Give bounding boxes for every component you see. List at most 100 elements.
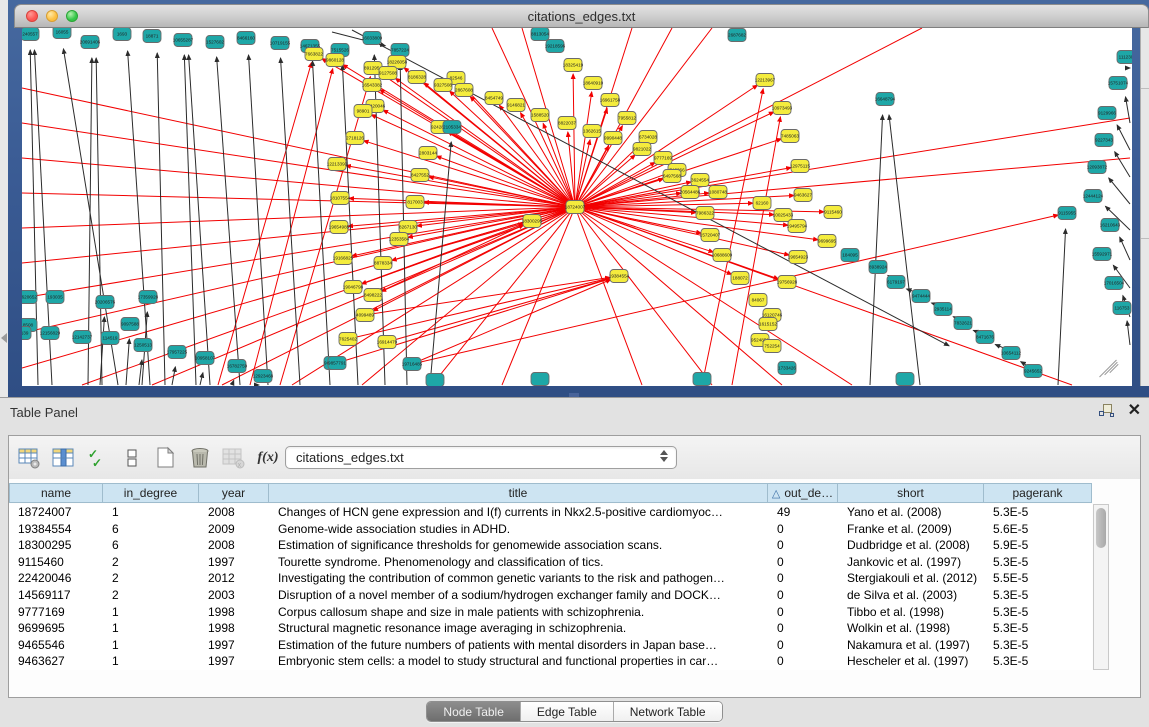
graph-node[interactable]: 1733426 xyxy=(778,362,796,375)
merge-rows-icon[interactable] xyxy=(119,446,145,470)
table-cell[interactable]: Tibbo et al. (1998) xyxy=(838,604,984,621)
graph-node[interactable]: 10973493 xyxy=(772,102,793,115)
function-icon[interactable]: f(x) xyxy=(255,446,281,470)
table-cell[interactable]: 2008 xyxy=(199,504,269,521)
graph-node[interactable]: 19654985 xyxy=(329,221,350,234)
table-row[interactable]: 977716911998Corpus callosum shape and si… xyxy=(9,604,1092,621)
table-cell[interactable]: 1997 xyxy=(199,637,269,654)
table-cell[interactable]: 1997 xyxy=(199,554,269,571)
graph-node[interactable]: 15592971 xyxy=(1092,248,1113,261)
graph-node[interactable]: 8822037 xyxy=(558,117,576,130)
table-cell[interactable]: 1997 xyxy=(199,653,269,670)
graph-node[interactable]: 20564486 xyxy=(680,186,701,199)
citation-network-graph[interactable]: 2405571605520691406169318871106552871527… xyxy=(22,28,1132,386)
table-settings-icon[interactable] xyxy=(17,446,43,470)
column-header-year[interactable]: year xyxy=(199,483,269,503)
graph-node[interactable]: 10688609 xyxy=(712,249,733,262)
graph-node[interactable]: 12213967 xyxy=(755,74,776,87)
column-header-pagerank[interactable]: pagerank xyxy=(984,483,1092,503)
table-cell[interactable]: Disruption of a novel member of a sodium… xyxy=(269,587,768,604)
graph-node[interactable]: 12093872 xyxy=(1087,161,1108,174)
graph-node[interactable]: 9129966 xyxy=(1098,107,1116,120)
graph-node[interactable]: 10958107 xyxy=(195,352,216,365)
graph-node[interactable]: 7663822 xyxy=(305,48,323,61)
graph-node[interactable] xyxy=(896,373,914,386)
table-cell[interactable]: 6 xyxy=(103,521,199,538)
table-cell[interactable]: 1 xyxy=(103,620,199,637)
table-cell[interactable]: 1 xyxy=(103,637,199,654)
graph-node[interactable]: 2718126 xyxy=(346,132,364,145)
graph-node[interactable]: 19218596 xyxy=(545,40,566,53)
graph-node[interactable]: 19756928 xyxy=(777,276,798,289)
table-cell[interactable]: 5.3E-5 xyxy=(984,504,1092,521)
close-window-button[interactable] xyxy=(26,10,38,22)
table-cell[interactable]: 0 xyxy=(768,620,838,637)
graph-node[interactable]: 8498222 xyxy=(364,289,382,302)
graph-node[interactable]: 18107554 xyxy=(330,192,351,205)
column-settings-icon[interactable] xyxy=(51,446,77,470)
table-cell[interactable]: 2012 xyxy=(199,570,269,587)
column-header-name[interactable]: name xyxy=(9,483,103,503)
graph-node[interactable]: 19046798 xyxy=(343,281,364,294)
graph-node[interactable]: 1588520 xyxy=(531,109,549,122)
table-cell[interactable]: Corpus callosum shape and size in male p… xyxy=(269,604,768,621)
graph-node[interactable]: 8938924 xyxy=(869,261,887,274)
graph-node[interactable]: 7625402 xyxy=(339,333,357,346)
network-window-titlebar[interactable]: citations_edges.txt xyxy=(14,4,1149,28)
table-cell[interactable]: Tourette syndrome. Phenomenology and cla… xyxy=(269,554,768,571)
graph-node[interactable]: 1362615 xyxy=(583,125,601,138)
graph-node[interactable]: 19716485 xyxy=(402,358,423,371)
table-cell[interactable]: 2 xyxy=(103,554,199,571)
table-cell[interactable]: 5.3E-5 xyxy=(984,554,1092,571)
graph-node[interactable]: 2867608 xyxy=(455,84,473,97)
table-scrollbar-thumb[interactable] xyxy=(1096,508,1106,548)
network-canvas[interactable]: 2405571605520691406169318871106552871527… xyxy=(22,28,1132,386)
graph-node[interactable]: 15751074 xyxy=(1108,77,1129,90)
graph-node[interactable]: 16961758 xyxy=(600,94,621,107)
graph-node[interactable]: 19495794 xyxy=(787,220,808,233)
table-cell[interactable]: 9463627 xyxy=(9,653,103,670)
table-cell[interactable]: 22420046 xyxy=(9,570,103,587)
graph-node[interactable]: 7955812 xyxy=(618,112,636,125)
table-cell[interactable]: Yano et al. (2008) xyxy=(838,504,984,521)
table-cell[interactable]: 5.3E-5 xyxy=(984,653,1092,670)
table-cell[interactable]: Nakamura et al. (1997) xyxy=(838,637,984,654)
window-resize-grip[interactable] xyxy=(1096,354,1118,372)
new-file-icon[interactable] xyxy=(153,446,179,470)
table-cell[interactable]: 2 xyxy=(103,587,199,604)
table-cell[interactable]: 0 xyxy=(768,521,838,538)
graph-node[interactable]: 1615152 xyxy=(759,318,777,331)
graph-node[interactable]: 9146821 xyxy=(507,99,525,112)
graph-node[interactable]: 4099489 xyxy=(356,309,374,322)
graph-node[interactable]: 12975115 xyxy=(790,160,811,173)
table-cell[interactable]: Embryonic stem cells: a model to study s… xyxy=(269,653,768,670)
table-cell[interactable]: 5.6E-5 xyxy=(984,521,1092,538)
table-cell[interactable]: 0 xyxy=(768,604,838,621)
graph-node[interactable]: 33139 xyxy=(22,327,31,340)
table-row[interactable]: 946554611997Estimation of the future num… xyxy=(9,637,1092,654)
graph-node[interactable]: 12156829 xyxy=(40,327,61,340)
table-cell[interactable]: Estimation of significance thresholds fo… xyxy=(269,537,768,554)
column-header-outde[interactable]: △out_de… xyxy=(768,483,838,503)
graph-node[interactable]: 8813054 xyxy=(531,28,549,41)
table-cell[interactable]: 49 xyxy=(768,504,838,521)
graph-node[interactable]: 9699695 xyxy=(818,235,836,248)
table-scrollbar[interactable] xyxy=(1093,504,1109,670)
graph-node[interactable]: 2620652 xyxy=(22,291,37,304)
graph-node[interactable]: 7857224 xyxy=(391,44,409,57)
graph-node[interactable]: 9474444 xyxy=(912,290,930,303)
graph-node[interactable]: 9463627 xyxy=(794,189,812,202)
table-cell[interactable]: 5.5E-5 xyxy=(984,570,1092,587)
graph-node[interactable]: 12444124 xyxy=(1083,190,1104,203)
graph-node[interactable]: 3624554 xyxy=(691,174,709,187)
table-cell[interactable]: 2 xyxy=(103,570,199,587)
table-cell[interactable]: 0 xyxy=(768,637,838,654)
network-window-scrollbar[interactable] xyxy=(1140,28,1149,386)
graph-node[interactable]: 8471676 xyxy=(976,331,994,344)
table-row[interactable]: 1872400712008Changes of HCN gene express… xyxy=(9,504,1092,521)
graph-node[interactable]: 6179197 xyxy=(887,276,905,289)
table-cell[interactable]: 0 xyxy=(768,537,838,554)
graph-node[interactable]: 188072 xyxy=(731,272,749,285)
table-cell[interactable]: Changes of HCN gene expression and I(f) … xyxy=(269,504,768,521)
table-cell[interactable]: 9699695 xyxy=(9,620,103,637)
